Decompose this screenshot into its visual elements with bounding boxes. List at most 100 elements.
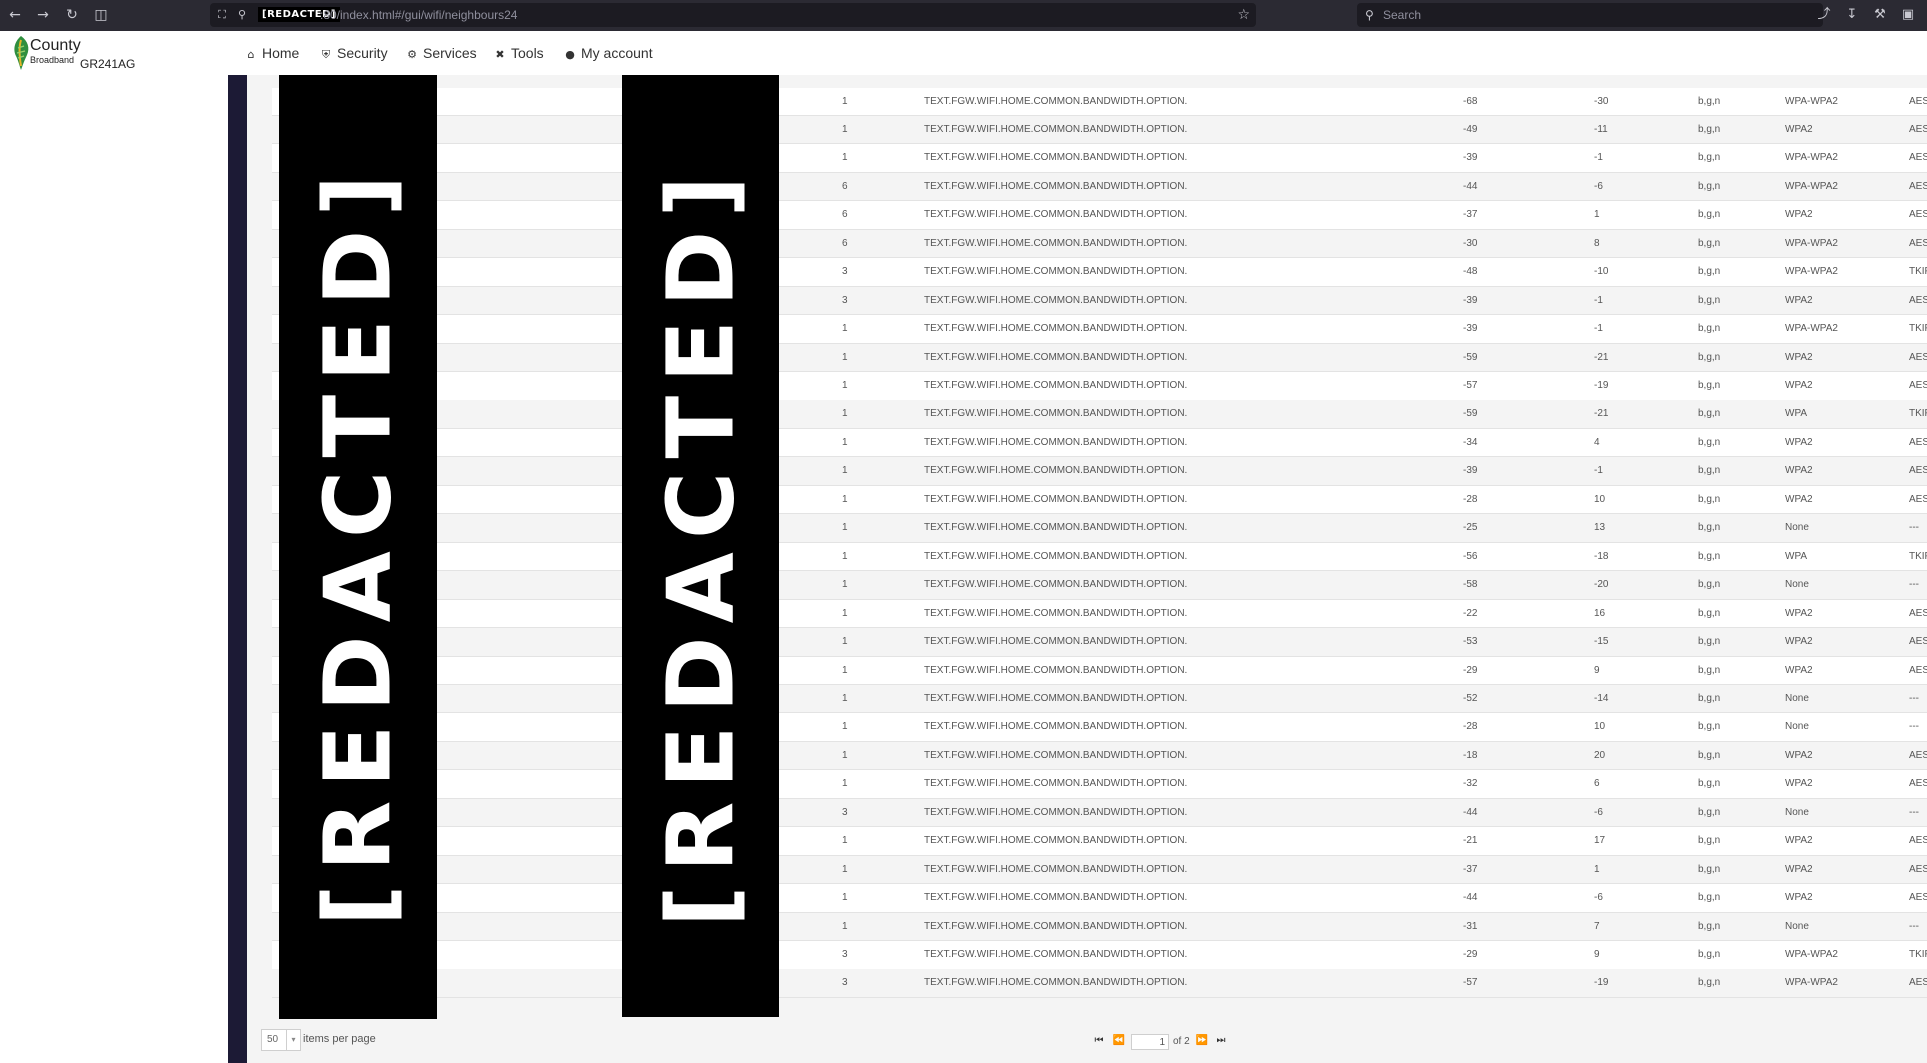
cell-security: WPA2 bbox=[1785, 351, 1813, 363]
table-row[interactable]: 6 TEXT.FGW.WIFI.HOME.COMMON.BANDWIDTH.OPT… bbox=[272, 229, 1927, 259]
table-row[interactable]: 1 TEXT.FGW.WIFI.HOME.COMMON.BANDWIDTH.OPT… bbox=[272, 628, 1927, 657]
table-row[interactable]: 1 TEXT.FGW.WIFI.HOME.COMMON.BANDWIDTH.OPT… bbox=[272, 115, 1927, 145]
cell-channel: 1 bbox=[842, 607, 848, 619]
cell-rssi: -44 bbox=[1463, 892, 1478, 904]
cell-security: None bbox=[1785, 806, 1809, 818]
cell-rssi: -59 bbox=[1463, 351, 1478, 363]
forward-arrow-icon[interactable]: → bbox=[32, 4, 54, 26]
url-bar[interactable]: ⛶ ⚲ [REDACTED] :80/index.html#/gui/wifi/… bbox=[210, 3, 1256, 27]
menu-services[interactable]: ⚙ Services bbox=[405, 43, 477, 63]
cell-encryption: AES bbox=[1909, 835, 1927, 847]
table-row[interactable]: 1 TEXT.FGW.WIFI.HOME.COMMON.BANDWIDTH.OPT… bbox=[272, 514, 1927, 543]
table-row[interactable]: 3 TEXT.FGW.WIFI.HOME.COMMON.BANDWIDTH.OPT… bbox=[272, 969, 1927, 998]
back-arrow-icon[interactable]: ← bbox=[4, 4, 26, 26]
cell-snr: -21 bbox=[1594, 408, 1609, 420]
cell-mode: b,g,n bbox=[1698, 436, 1721, 448]
cell-mode: b,g,n bbox=[1698, 465, 1721, 477]
table-row[interactable]: 1 TEXT.FGW.WIFI.HOME.COMMON.BANDWIDTH.OPT… bbox=[272, 542, 1927, 572]
cell-rssi: -56 bbox=[1463, 550, 1478, 562]
cell-rssi: -31 bbox=[1463, 920, 1478, 932]
cell-channel: 1 bbox=[842, 579, 848, 591]
bookmark-star-icon[interactable]: ☆ bbox=[1237, 5, 1250, 25]
table-row[interactable]: 1 TEXT.FGW.WIFI.HOME.COMMON.BANDWIDTH.OPT… bbox=[272, 144, 1927, 173]
table-row[interactable]: 1 TEXT.FGW.WIFI.HOME.COMMON.BANDWIDTH.OPT… bbox=[272, 855, 1927, 885]
cell-encryption: AES bbox=[1909, 749, 1927, 761]
cell-security: WPA-WPA2 bbox=[1785, 323, 1838, 335]
table-row[interactable]: 1 TEXT.FGW.WIFI.HOME.COMMON.BANDWIDTH.OPT… bbox=[272, 571, 1927, 600]
page-number-input[interactable] bbox=[1131, 1034, 1169, 1050]
cell-snr: 4 bbox=[1594, 436, 1600, 448]
table-row[interactable]: 3 TEXT.FGW.WIFI.HOME.COMMON.BANDWIDTH.OPT… bbox=[272, 941, 1927, 970]
screenshot-icon[interactable]: ▣ bbox=[1898, 5, 1918, 25]
cell-rssi: -29 bbox=[1463, 949, 1478, 960]
items-per-page-select[interactable]: 50 ▾ bbox=[261, 1029, 301, 1051]
neighbours-table-area: 1 TEXT.FGW.WIFI.HOME.COMMON.BANDWIDTH.OPT… bbox=[247, 75, 1927, 1063]
table-row[interactable]: 1 TEXT.FGW.WIFI.HOME.COMMON.BANDWIDTH.OPT… bbox=[272, 884, 1927, 913]
table-row[interactable]: 1 TEXT.FGW.WIFI.HOME.COMMON.BANDWIDTH.OPT… bbox=[272, 684, 1927, 714]
reload-icon[interactable]: ↻ bbox=[61, 4, 83, 26]
tools-wrench-icon[interactable]: ⚒ bbox=[1870, 5, 1890, 25]
cell-mode: b,g,n bbox=[1698, 892, 1721, 904]
table-row[interactable]: 1 TEXT.FGW.WIFI.HOME.COMMON.BANDWIDTH.OPT… bbox=[272, 713, 1927, 742]
cell-bandwidth: TEXT.FGW.WIFI.HOME.COMMON.BANDWIDTH.OPTI… bbox=[924, 294, 1188, 306]
table-row[interactable]: 3 TEXT.FGW.WIFI.HOME.COMMON.BANDWIDTH.OPT… bbox=[272, 258, 1927, 287]
table-row[interactable]: 1 TEXT.FGW.WIFI.HOME.COMMON.BANDWIDTH.OPT… bbox=[272, 428, 1927, 458]
menu-home[interactable]: ⌂ Home bbox=[244, 43, 300, 63]
cell-snr: -1 bbox=[1594, 465, 1603, 477]
table-row[interactable]: 6 TEXT.FGW.WIFI.HOME.COMMON.BANDWIDTH.OPT… bbox=[272, 172, 1927, 202]
cell-snr: 1 bbox=[1594, 209, 1600, 221]
cell-snr: -15 bbox=[1594, 636, 1609, 648]
first-page-icon[interactable]: ⏮ bbox=[1092, 1034, 1106, 1048]
cell-bandwidth: TEXT.FGW.WIFI.HOME.COMMON.BANDWIDTH.OPTI… bbox=[924, 522, 1188, 534]
next-page-icon[interactable]: ⏩ bbox=[1195, 1034, 1209, 1048]
browser-search-box[interactable]: ⚲ bbox=[1357, 3, 1823, 27]
table-row[interactable]: 1 TEXT.FGW.WIFI.HOME.COMMON.BANDWIDTH.OPT… bbox=[272, 599, 1927, 629]
table-row[interactable]: 3 TEXT.FGW.WIFI.HOME.COMMON.BANDWIDTH.OPT… bbox=[272, 798, 1927, 828]
table-row[interactable]: 1 TEXT.FGW.WIFI.HOME.COMMON.BANDWIDTH.OPT… bbox=[272, 372, 1927, 401]
table-row[interactable]: 1 TEXT.FGW.WIFI.HOME.COMMON.BANDWIDTH.OPT… bbox=[272, 457, 1927, 486]
table-row[interactable]: 1 TEXT.FGW.WIFI.HOME.COMMON.BANDWIDTH.OPT… bbox=[272, 87, 1927, 116]
download-icon[interactable]: ↧ bbox=[1842, 5, 1862, 25]
last-page-icon[interactable]: ⏭ bbox=[1214, 1034, 1228, 1048]
cell-mode: b,g,n bbox=[1698, 749, 1721, 761]
pocket-icon[interactable]: ⤴ bbox=[1814, 5, 1834, 25]
menu-security[interactable]: ⛨ Security bbox=[319, 43, 388, 63]
cell-snr: -1 bbox=[1594, 152, 1603, 164]
table-row[interactable]: 1 TEXT.FGW.WIFI.HOME.COMMON.BANDWIDTH.OPT… bbox=[272, 656, 1927, 685]
table-row[interactable]: 1 TEXT.FGW.WIFI.HOME.COMMON.BANDWIDTH.OPT… bbox=[272, 741, 1927, 771]
cell-mode: b,g,n bbox=[1698, 636, 1721, 648]
menu-my-account[interactable]: ● My account bbox=[563, 43, 652, 63]
browser-search-input[interactable] bbox=[1383, 6, 1803, 24]
menu-tools[interactable]: ✖ Tools bbox=[493, 43, 543, 63]
cell-security: WPA2 bbox=[1785, 123, 1813, 135]
cell-mode: b,g,n bbox=[1698, 607, 1721, 619]
lock-icon[interactable]: ⚲ bbox=[234, 6, 250, 24]
cell-encryption: AES bbox=[1909, 636, 1927, 648]
cell-encryption: AES bbox=[1909, 493, 1927, 505]
cell-channel: 3 bbox=[842, 806, 848, 818]
table-row[interactable]: 1 TEXT.FGW.WIFI.HOME.COMMON.BANDWIDTH.OPT… bbox=[272, 315, 1927, 344]
cell-channel: 3 bbox=[842, 977, 848, 989]
table-row[interactable]: 1 TEXT.FGW.WIFI.HOME.COMMON.BANDWIDTH.OPT… bbox=[272, 485, 1927, 515]
table-row[interactable]: 3 TEXT.FGW.WIFI.HOME.COMMON.BANDWIDTH.OPT… bbox=[272, 286, 1927, 316]
cell-snr: -1 bbox=[1594, 323, 1603, 335]
cell-snr: 9 bbox=[1594, 949, 1600, 960]
cell-rssi: -57 bbox=[1463, 977, 1478, 989]
table-row[interactable]: 1 TEXT.FGW.WIFI.HOME.COMMON.BANDWIDTH.OPT… bbox=[272, 827, 1927, 856]
tracking-shield-icon[interactable]: ⛶ bbox=[214, 6, 230, 24]
table-row[interactable]: 1 TEXT.FGW.WIFI.HOME.COMMON.BANDWIDTH.OPT… bbox=[272, 912, 1927, 942]
cell-bandwidth: TEXT.FGW.WIFI.HOME.COMMON.BANDWIDTH.OPTI… bbox=[924, 493, 1188, 505]
table-row[interactable]: 1 TEXT.FGW.WIFI.HOME.COMMON.BANDWIDTH.OPT… bbox=[272, 400, 1927, 429]
table-row[interactable]: 1 TEXT.FGW.WIFI.HOME.COMMON.BANDWIDTH.OPT… bbox=[272, 343, 1927, 373]
cell-bandwidth: TEXT.FGW.WIFI.HOME.COMMON.BANDWIDTH.OPTI… bbox=[924, 408, 1188, 420]
table-row[interactable]: 6 TEXT.FGW.WIFI.HOME.COMMON.BANDWIDTH.OPT… bbox=[272, 201, 1927, 230]
cell-security: None bbox=[1785, 721, 1809, 733]
cell-bandwidth: TEXT.FGW.WIFI.HOME.COMMON.BANDWIDTH.OPTI… bbox=[924, 977, 1188, 989]
sidebar-toggle-icon[interactable]: ◫ bbox=[90, 4, 112, 26]
cell-rssi: -25 bbox=[1463, 522, 1478, 534]
table-row[interactable]: 1 TEXT.FGW.WIFI.HOME.COMMON.BANDWIDTH.OPT… bbox=[272, 770, 1927, 799]
previous-page-icon[interactable]: ⏪ bbox=[1112, 1034, 1126, 1048]
cell-mode: b,g,n bbox=[1698, 550, 1721, 562]
cell-mode: b,g,n bbox=[1698, 721, 1721, 733]
cell-rssi: -39 bbox=[1463, 152, 1478, 164]
